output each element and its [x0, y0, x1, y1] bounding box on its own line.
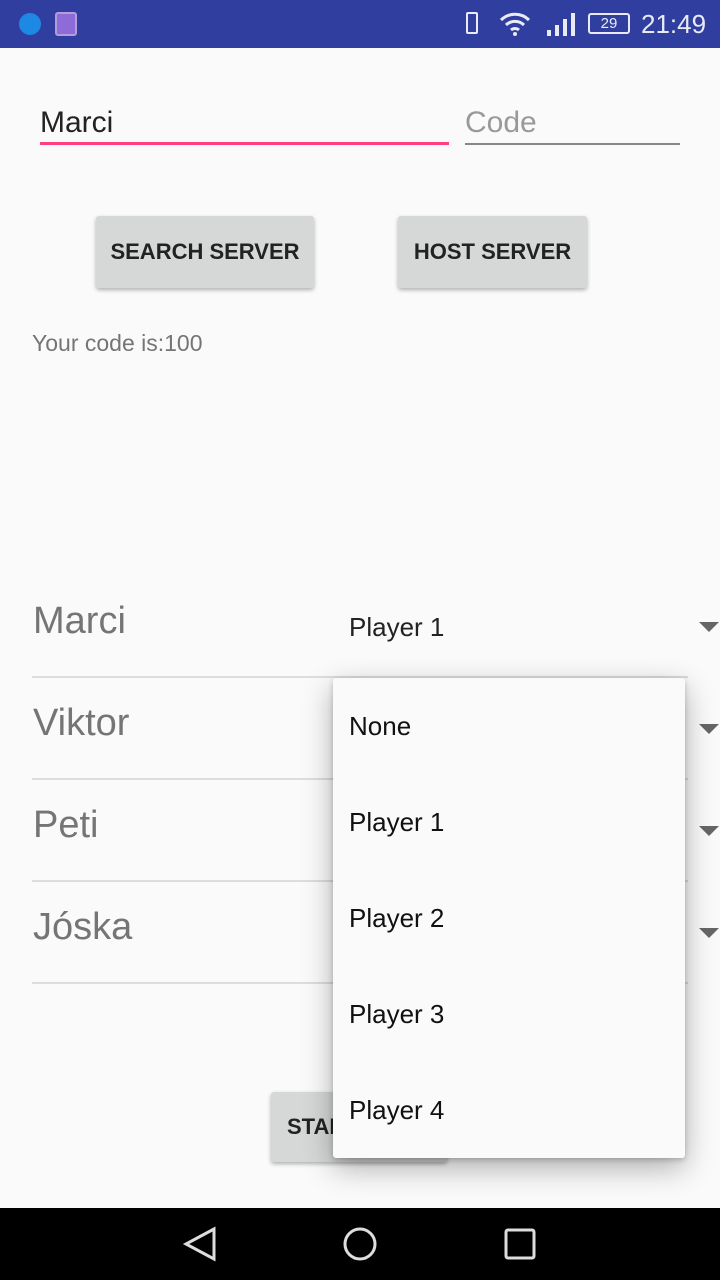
gallery-icon: [55, 12, 77, 36]
player-name: Jóska: [33, 906, 133, 948]
navigation-bar: [0, 1208, 720, 1280]
name-input[interactable]: Marci: [40, 101, 449, 145]
dropdown-option-player-2[interactable]: Player 2: [349, 903, 444, 934]
wifi-icon: [499, 12, 531, 36]
back-icon[interactable]: [182, 1226, 218, 1262]
home-icon[interactable]: [342, 1226, 378, 1262]
clock: 21:49: [641, 9, 707, 39]
dropdown-option-player-3[interactable]: Player 3: [349, 999, 444, 1030]
dropdown-option-player-1[interactable]: Player 1: [349, 807, 444, 838]
dropdown-arrow-icon[interactable]: [699, 724, 719, 734]
dropdown-popup: None Player 1 Player 2 Player 3 Player 4: [333, 678, 685, 1158]
dropdown-option-none[interactable]: None: [349, 711, 411, 742]
player-name: Viktor: [33, 702, 130, 744]
messenger-icon: [19, 13, 41, 35]
dropdown-arrow-icon[interactable]: [699, 622, 719, 632]
dropdown-arrow-icon[interactable]: [699, 928, 719, 938]
player-spinner-value[interactable]: Player 1: [349, 612, 444, 643]
dropdown-option-player-4[interactable]: Player 4: [349, 1095, 444, 1126]
battery-level: 29: [600, 15, 618, 32]
signal-icon: [547, 13, 575, 36]
battery-icon: 29: [588, 13, 630, 34]
player-name: Peti: [33, 804, 99, 846]
player-name: Marci: [33, 600, 126, 642]
dropdown-arrow-icon[interactable]: [699, 826, 719, 836]
status-bar: 29 21:49: [0, 0, 720, 48]
name-input-value: Marci: [40, 106, 114, 139]
search-server-button[interactable]: SEARCH SERVER: [96, 216, 314, 288]
vibrate-icon: [466, 12, 478, 34]
host-server-button[interactable]: HOST SERVER: [398, 216, 587, 288]
code-input[interactable]: Code: [465, 101, 680, 145]
code-input-placeholder: Code: [465, 106, 537, 139]
recents-icon[interactable]: [503, 1227, 537, 1261]
code-text: Your code is:100: [32, 330, 203, 356]
